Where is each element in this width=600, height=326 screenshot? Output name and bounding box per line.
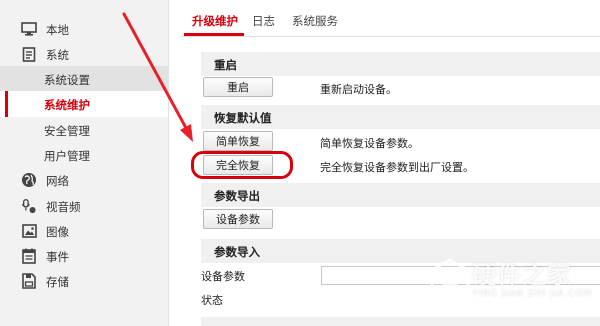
watermark-title: 硬件之家 — [472, 261, 572, 289]
watermark-subtitle: YING JIAN ZHI JIA.COM — [472, 289, 593, 299]
